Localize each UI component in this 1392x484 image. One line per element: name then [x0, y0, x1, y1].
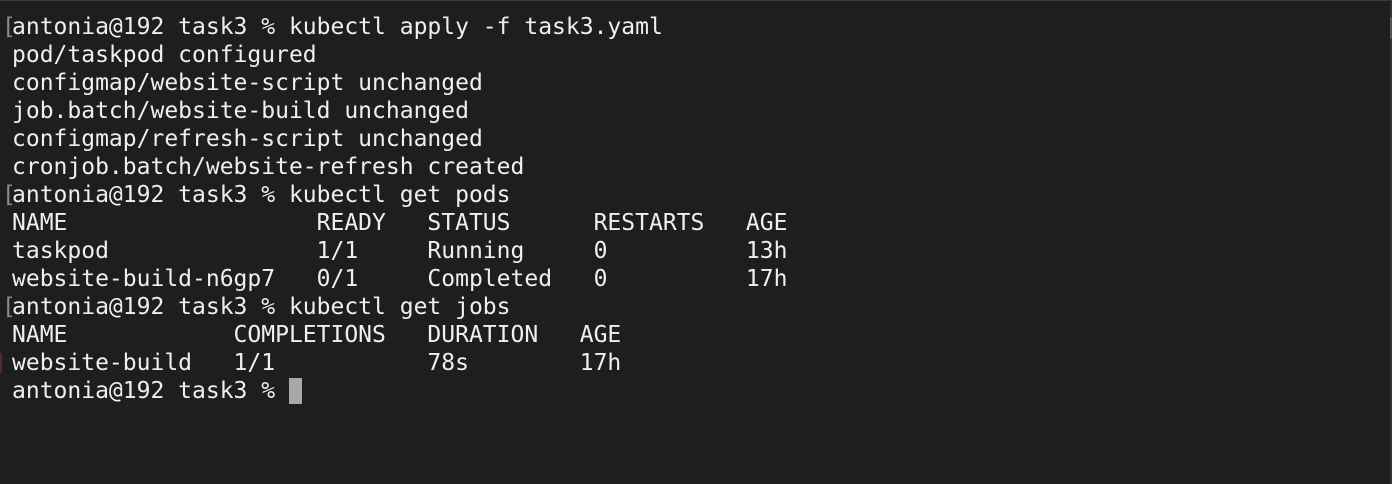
terminal-line: [antonia@192 task3 % kubectl apply -f ta…	[2, 13, 787, 41]
line-text: NAME COMPLETIONS DURATION AGE	[12, 322, 622, 348]
prompt-text: antonia@192 task3 %	[12, 378, 289, 404]
text-cursor[interactable]	[288, 378, 302, 404]
terminal-line: cronjob.batch/website-refresh created	[12, 153, 787, 181]
terminal-line: taskpod 1/1 Running 0 13h	[12, 237, 787, 265]
terminal-line: website-build 1/1 78s 17h	[12, 349, 787, 377]
line-text: antonia@192 task3 % kubectl get pods	[12, 182, 511, 208]
line-text: configmap/website-script unchanged	[12, 70, 483, 96]
line-bracket-icon: [	[2, 14, 16, 40]
line-text: job.batch/website-build unchanged	[12, 98, 469, 124]
line-text: taskpod 1/1 Running 0 13h	[12, 238, 788, 264]
terminal-output: [antonia@192 task3 % kubectl apply -f ta…	[2, 13, 787, 405]
line-text: NAME READY STATUS RESTARTS AGE	[12, 210, 788, 236]
terminal-window[interactable]: [antonia@192 task3 % kubectl apply -f ta…	[0, 0, 1392, 484]
line-text: pod/taskpod configured	[12, 42, 317, 68]
terminal-line: NAME COMPLETIONS DURATION AGE	[12, 321, 787, 349]
terminal-line: NAME READY STATUS RESTARTS AGE	[12, 209, 787, 237]
line-text: antonia@192 task3 % kubectl apply -f tas…	[12, 14, 663, 40]
edge-marker	[0, 353, 2, 373]
line-text: configmap/refresh-script unchanged	[12, 126, 483, 152]
line-bracket-icon: [	[2, 182, 16, 208]
terminal-line: configmap/refresh-script unchanged	[12, 125, 787, 153]
terminal-line: pod/taskpod configured	[12, 41, 787, 69]
terminal-line: website-build-n6gp7 0/1 Completed 0 17h	[12, 265, 787, 293]
prompt-line[interactable]: antonia@192 task3 %	[12, 377, 787, 405]
line-text: cronjob.batch/website-refresh created	[12, 154, 525, 180]
terminal-line: [antonia@192 task3 % kubectl get jobs	[2, 293, 787, 321]
terminal-line: configmap/website-script unchanged	[12, 69, 787, 97]
terminal-line: [antonia@192 task3 % kubectl get pods	[2, 181, 787, 209]
line-text: website-build-n6gp7 0/1 Completed 0 17h	[12, 266, 788, 292]
line-text: website-build 1/1 78s 17h	[12, 350, 622, 376]
line-bracket-icon: [	[2, 294, 16, 320]
terminal-line: job.batch/website-build unchanged	[12, 97, 787, 125]
line-text: antonia@192 task3 % kubectl get jobs	[12, 294, 511, 320]
